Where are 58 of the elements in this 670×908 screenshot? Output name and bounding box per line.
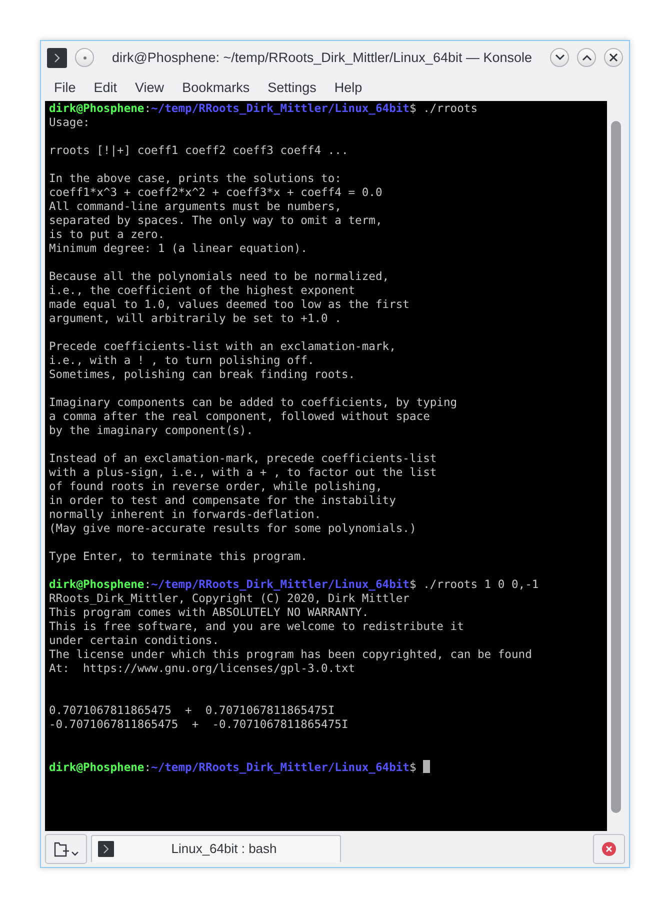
output-line: rroots [!|+] coeff1 coeff2 coeff3 coeff4 ... bbox=[49, 144, 350, 158]
output-line: Type Enter, to terminate this program. bbox=[49, 550, 308, 564]
output-line: i.e., with a ! , to turn polishing off. bbox=[49, 354, 316, 368]
output-line: under certain conditions. bbox=[49, 634, 220, 648]
output-line: is to put a zero. bbox=[49, 228, 166, 242]
output-line: In the above case, prints the solutions to: bbox=[49, 172, 342, 186]
close-button[interactable] bbox=[604, 48, 623, 68]
output-line: in order to test and compensate for the instability bbox=[49, 494, 397, 508]
close-icon bbox=[601, 841, 617, 857]
output-line: Usage: bbox=[49, 116, 91, 130]
prompt-line: dirk@Phosphene:~/temp/RRoots_Dirk_Mittler/Linux_64bit$ ./rroots 1 0 0,-1 bbox=[49, 578, 540, 592]
output-line: 0.7071067811865475 + 0.7071067811865475I bbox=[49, 704, 336, 718]
chevron-up-icon bbox=[582, 54, 592, 62]
menu-item[interactable]: Bookmarks bbox=[173, 78, 259, 98]
output-line: normally inherent in forwards-deflation. bbox=[49, 508, 322, 522]
output-line: Sometimes, polishing can break finding roots. bbox=[49, 368, 356, 382]
session-tab[interactable]: Linux_64bit : bash bbox=[91, 835, 341, 863]
output-line: This program comes with ABSOLUTELY NO WARRANTY. bbox=[49, 606, 370, 620]
prompt-line: dirk@Phosphene:~/temp/RRoots_Dirk_Mittler/Linux_64bit$ bbox=[49, 760, 607, 774]
maximize-button[interactable] bbox=[577, 48, 596, 68]
output-line: All command-line arguments must be numbers, bbox=[49, 200, 342, 214]
output-line: Instead of an exclamation-mark, precede coefficients-list bbox=[49, 452, 438, 466]
terminal-icon bbox=[98, 841, 114, 857]
scrollbar-thumb[interactable] bbox=[611, 120, 621, 814]
menu-item[interactable]: File bbox=[45, 78, 85, 98]
menu-item[interactable]: Settings bbox=[258, 78, 326, 98]
output-line: -0.7071067811865475 + -0.7071067811865475I bbox=[49, 718, 350, 732]
minimize-button[interactable] bbox=[550, 48, 569, 68]
new-tab-icon bbox=[53, 840, 79, 858]
output-line: Imaginary components can be added to coefficients, by typing bbox=[49, 396, 458, 410]
output-line: At: https://www.gnu.org/licenses/gpl-3.0.txt bbox=[49, 662, 356, 676]
dot-icon bbox=[82, 56, 86, 60]
new-tab-button[interactable] bbox=[45, 834, 87, 864]
close-tab-button[interactable] bbox=[593, 834, 625, 864]
output-line: made equal to 1.0, values deemed too low as the first bbox=[49, 298, 410, 312]
output-line: Precede coefficients-list with an exclamation-mark, bbox=[49, 340, 397, 354]
output-line: argument, will arbitrarily be set to +1.0 . bbox=[49, 312, 342, 326]
output-line: RRoots_Dirk_Mittler, Copyright (C) 2020, Dirk Mittler bbox=[49, 592, 410, 606]
output-line: Minimum degree: 1 (a linear equation). bbox=[49, 242, 308, 256]
menu-item[interactable]: View bbox=[126, 78, 174, 98]
output-line: separated by spaces. The only way to omit a term, bbox=[49, 214, 384, 228]
menu-item[interactable]: Help bbox=[325, 78, 372, 98]
output-line: Because all the polynomials need to be normalized, bbox=[49, 270, 390, 284]
window-title: dirk@Phosphene: ~/temp/RRoots_Dirk_Mittler/Linux_64bit — Konsole bbox=[110, 48, 534, 67]
output-line: i.e., the coefficient of the highest exponent bbox=[49, 284, 356, 298]
close-icon bbox=[609, 53, 618, 62]
prompt-line: dirk@Phosphene:~/temp/RRoots_Dirk_Mittler/Linux_64bit$ ./rroots bbox=[49, 102, 478, 116]
output-line: This is free software, and you are welcome to redistribute it bbox=[49, 620, 465, 634]
chevron-down-icon bbox=[554, 54, 564, 62]
output-line: (May give more-accurate results for some polynomials.) bbox=[49, 522, 418, 536]
terminal-icon bbox=[47, 48, 67, 68]
output-line: with a plus-sign, i.e., with a + , to factor out the list bbox=[49, 466, 438, 480]
output-line: coeff1*x^3 + coeff2*x^2 + coeff3*x + coeff4 = 0.0 bbox=[49, 186, 384, 200]
menu-item[interactable]: Edit bbox=[84, 78, 126, 98]
output-line: a comma after the real component, followed without space bbox=[49, 410, 431, 424]
output-line: The license under which this program has been copyrighted, can be found bbox=[49, 648, 533, 662]
output-line: of found roots in reverse order, while polishing, bbox=[49, 480, 384, 494]
output-line: by the imaginary component(s). bbox=[49, 424, 254, 438]
